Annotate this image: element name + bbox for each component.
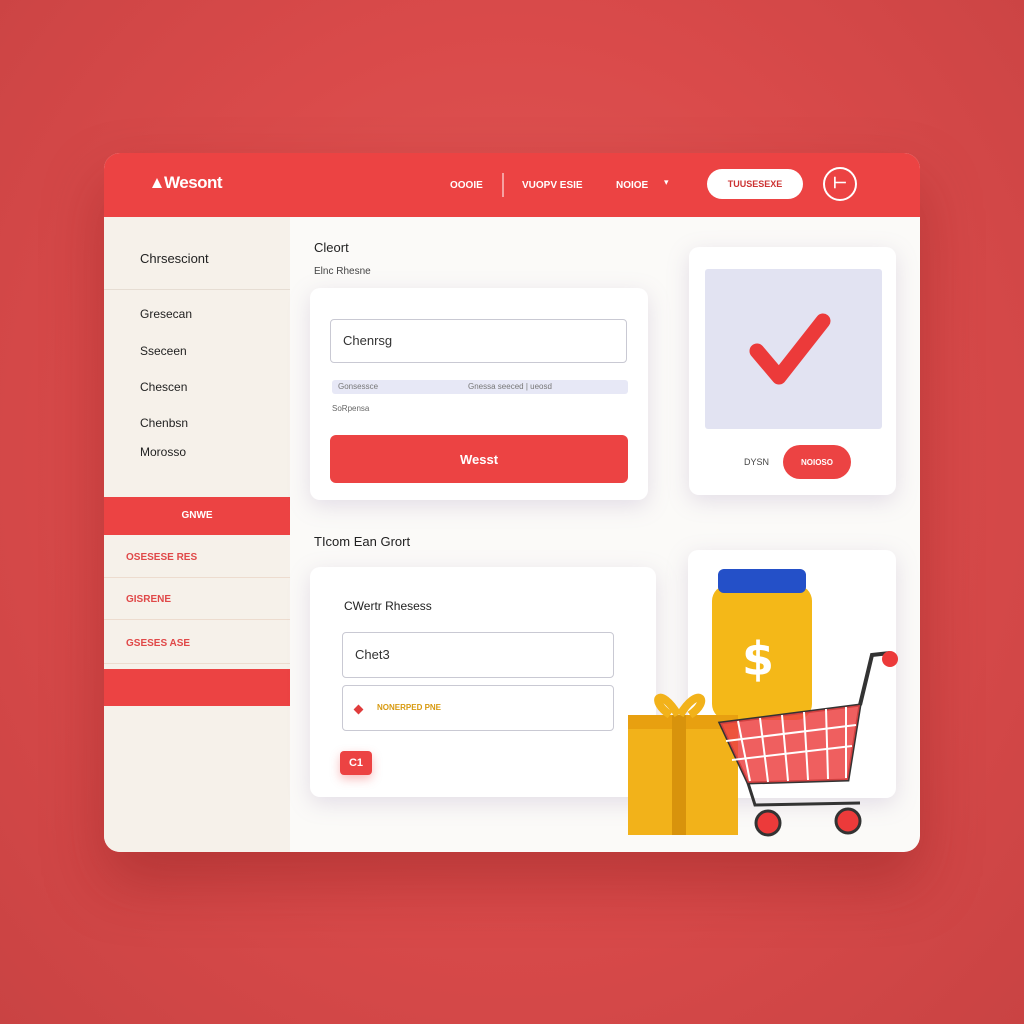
- confirm-button[interactable]: NOIOSO: [783, 445, 851, 479]
- cart-card: CWertr Rhesess Chet3 NONERPED PNE C1: [310, 567, 656, 797]
- main-input[interactable]: Chenrsg: [330, 319, 627, 363]
- top-header: Wesont OOOIE VUOPV ESIE NOIOE ▾ TUUSESEX…: [104, 153, 920, 217]
- sidebar-item-1[interactable]: Gresecan: [140, 307, 192, 321]
- nav-item-1[interactable]: OOOIE: [450, 180, 483, 191]
- form-card: Chenrsg Gonsessce Gnessa seeced | ueosd …: [310, 288, 648, 500]
- sidebar-title: Chrsesciont: [140, 251, 209, 266]
- logo-icon: [152, 178, 162, 188]
- diamond-icon: [353, 704, 364, 715]
- gift-box-icon: [628, 693, 738, 835]
- sidebar-item-5[interactable]: Morosso: [140, 445, 186, 459]
- sidebar-divider: [104, 289, 290, 290]
- shopping-cart-illustration: $: [628, 569, 898, 837]
- checkmark-icon: [749, 313, 831, 385]
- nav-item-3[interactable]: NOIOE: [616, 180, 648, 191]
- cart-card-title: CWertr Rhesess: [344, 599, 432, 613]
- promo-text: NONERPED PNE: [377, 703, 442, 712]
- helper-text: SoRpensa: [332, 404, 370, 413]
- sidebar-item-3[interactable]: Chescen: [140, 380, 187, 394]
- logo-text: Wesont: [164, 173, 223, 192]
- meta-strip: Gonsessce Gnessa seeced | ueosd: [332, 380, 628, 394]
- sidebar-red-item-1[interactable]: OSESESE RES: [104, 538, 290, 578]
- bottle-icon: $: [712, 569, 812, 720]
- sidebar-red-bar[interactable]: [104, 669, 290, 706]
- cart-section-title: TIcom Ean Grort: [314, 534, 411, 549]
- promo-field[interactable]: NONERPED PNE: [342, 685, 614, 731]
- nav-item-2[interactable]: VUOPV ESIE: [522, 180, 583, 191]
- sidebar-item-4[interactable]: Chenbsn: [140, 416, 188, 430]
- cart-input[interactable]: Chet3: [342, 632, 614, 678]
- sidebar-red-item-2[interactable]: GISRENE: [104, 580, 290, 620]
- confirm-label: DYSN: [744, 457, 770, 467]
- chevron-down-icon[interactable]: ▾: [664, 177, 669, 188]
- sidebar-item-2[interactable]: Sseceen: [140, 344, 187, 358]
- brand-logo[interactable]: Wesont: [152, 173, 223, 193]
- header-action-button[interactable]: TUUSESEXE: [707, 169, 803, 199]
- meta-left-text: Gonsessce: [338, 382, 379, 391]
- sidebar-red-item-3[interactable]: GSESES ASE: [104, 624, 290, 664]
- meta-right-text: Gnessa seeced | ueosd: [468, 382, 552, 391]
- check-panel: [705, 269, 882, 429]
- confirm-card: DYSN NOIOSO: [689, 247, 896, 495]
- submit-button[interactable]: Wesst: [330, 435, 628, 483]
- form-section-title: Cleort: [314, 240, 349, 255]
- form-section-subtitle: Elnc Rhesne: [314, 266, 371, 277]
- sidebar-item-active[interactable]: GNWE: [104, 497, 290, 535]
- svg-text:$: $: [742, 632, 774, 686]
- badge-icon[interactable]: C1: [340, 751, 372, 775]
- exit-icon[interactable]: ⊢: [823, 167, 857, 201]
- sidebar: Chrsesciont Gresecan Sseceen Chescen Che…: [104, 217, 290, 852]
- nav-divider: [502, 173, 504, 197]
